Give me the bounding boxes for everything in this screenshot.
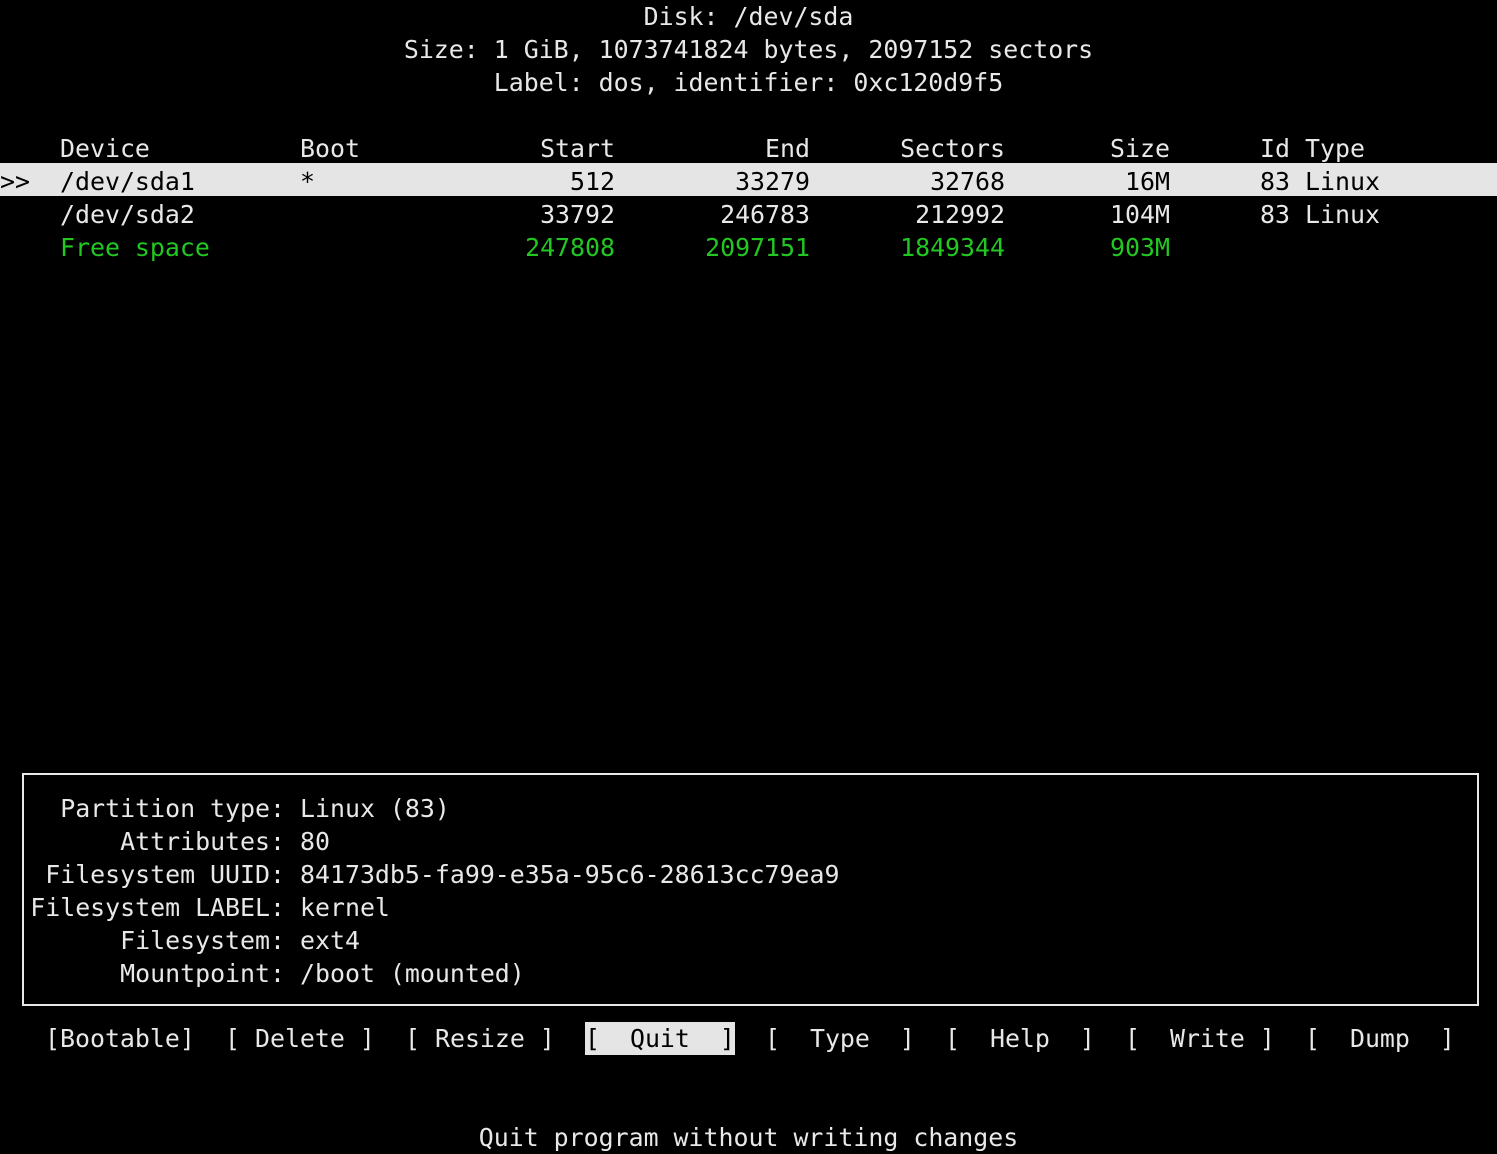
cell-size: 903M <box>1110 233 1170 262</box>
menu-button-bootable[interactable]: [Bootable] <box>45 1022 195 1055</box>
cell-id: 83 <box>1260 167 1290 196</box>
detail-label: Partition type: <box>60 794 285 823</box>
header-boot: Boot <box>300 134 360 163</box>
detail-value: 80 <box>300 827 330 856</box>
header-id: Id <box>1260 134 1290 163</box>
menu-button-write[interactable]: [ Write ] <box>1125 1022 1275 1055</box>
menu-button-type[interactable]: [ Type ] <box>765 1022 915 1055</box>
cell-sectors: 32768 <box>930 167 1005 196</box>
detail-value: Linux (83) <box>300 794 450 823</box>
cell-start: 33792 <box>540 200 615 229</box>
header-start: Start <box>540 134 615 163</box>
header-type: Type <box>1305 134 1365 163</box>
cell-end: 246783 <box>720 200 810 229</box>
header-device: Device <box>60 134 150 163</box>
detail-value: /boot (mounted) <box>300 959 525 988</box>
cell-device: /dev/sda2 <box>60 200 195 229</box>
detail-label: Filesystem: <box>120 926 285 955</box>
cell-device: Free space <box>60 233 210 262</box>
cell-end: 33279 <box>735 167 810 196</box>
detail-value: 84173db5-fa99-e35a-95c6-28613cc79ea9 <box>300 860 840 889</box>
cell-sectors: 1849344 <box>900 233 1005 262</box>
detail-label: Attributes: <box>120 827 285 856</box>
disk-title: Disk: /dev/sda <box>643 2 854 31</box>
header-end: End <box>765 134 810 163</box>
cell-start: 247808 <box>525 233 615 262</box>
cell-size: 104M <box>1110 200 1170 229</box>
menu-button-help[interactable]: [ Help ] <box>945 1022 1095 1055</box>
menu-button-quit[interactable]: [ Quit ] <box>585 1022 735 1055</box>
menu-button-delete[interactable]: [ Delete ] <box>225 1022 375 1055</box>
menu-button-dump[interactable]: [ Dump ] <box>1305 1022 1455 1055</box>
header-size: Size <box>1110 134 1170 163</box>
detail-value: kernel <box>300 893 390 922</box>
cell-type: Linux <box>1305 167 1380 196</box>
disk-size: Size: 1 GiB, 1073741824 bytes, 2097152 s… <box>403 35 1094 64</box>
cell-device: /dev/sda1 <box>60 167 195 196</box>
cell-type: Linux <box>1305 200 1380 229</box>
menu-button-resize[interactable]: [ Resize ] <box>405 1022 555 1055</box>
cell-boot: * <box>300 167 315 196</box>
row-cursor: >> <box>0 167 30 196</box>
cell-end: 2097151 <box>705 233 810 262</box>
cell-start: 512 <box>570 167 615 196</box>
detail-label: Filesystem LABEL: <box>30 893 285 922</box>
header-sectors: Sectors <box>900 134 1005 163</box>
disk-label: Label: dos, identifier: 0xc120d9f5 <box>493 68 1004 97</box>
detail-label: Mountpoint: <box>120 959 285 988</box>
detail-label: Filesystem UUID: <box>45 860 285 889</box>
detail-value: ext4 <box>300 926 360 955</box>
cell-id: 83 <box>1260 200 1290 229</box>
cell-size: 16M <box>1125 167 1170 196</box>
cell-sectors: 212992 <box>915 200 1005 229</box>
status-line: Quit program without writing changes <box>478 1123 1019 1152</box>
